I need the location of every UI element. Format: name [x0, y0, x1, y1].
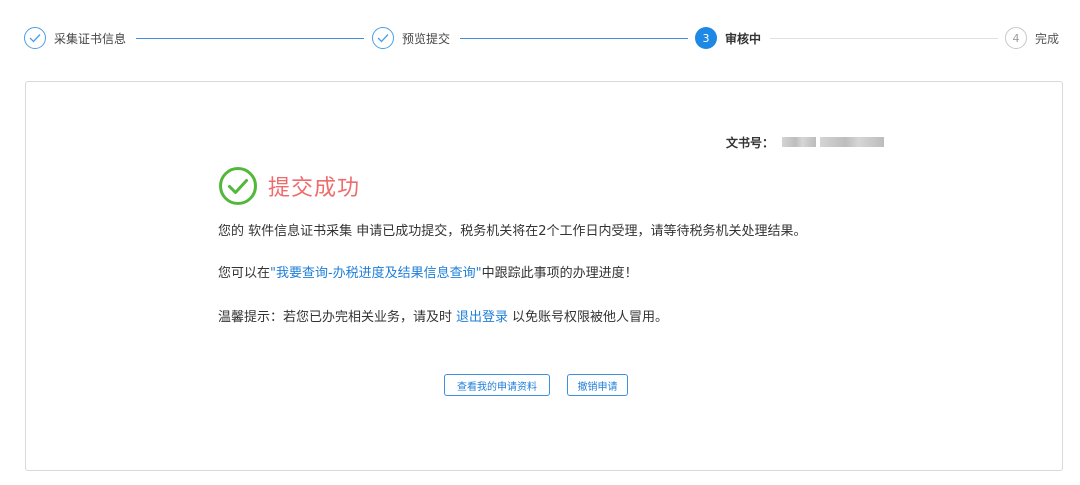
success-header: 提交成功 — [218, 166, 360, 206]
step-preview-submit: 预览提交 — [372, 26, 450, 50]
step-collect-info: 采集证书信息 — [24, 26, 126, 50]
reminder-message-prefix: 温馨提示：若您已办完相关业务，请及时 — [218, 310, 453, 325]
success-check-icon — [219, 167, 257, 205]
document-number-redacted-part-2 — [820, 137, 885, 147]
reminder-message-suffix: 以免账号权限被他人冒用。 — [512, 310, 669, 325]
submission-message: 您的 软件信息证书采集 申请已成功提交，税务机关将在2个工作日内受理，请等待税务… — [218, 224, 807, 239]
logout-link[interactable]: 退出登录 — [456, 310, 508, 325]
success-title: 提交成功 — [268, 176, 361, 201]
view-application-button[interactable]: 查看我的申请资料 — [444, 374, 550, 396]
query-progress-link[interactable]: "我要查询-办税进度及结果信息查询" — [270, 266, 482, 281]
progress-steps: 采集证书信息 预览提交 3 审核中 4 完成 — [24, 26, 1060, 50]
step-3-number: 3 — [695, 27, 717, 49]
tracking-message-suffix: 中跟踪此事项的办理进度！ — [481, 266, 638, 281]
step-3-label: 审核中 — [725, 31, 762, 46]
reminder-message: 温馨提示：若您已办完相关业务，请及时 退出登录 以免账号权限被他人冒用。 — [218, 306, 668, 325]
step-connector-2 — [460, 38, 688, 39]
cancel-application-button[interactable]: 撤销申请 — [567, 374, 628, 396]
step-connector-1 — [136, 38, 364, 39]
step-under-review: 3 审核中 — [695, 26, 761, 50]
step-4-number: 4 — [1005, 27, 1027, 49]
tracking-message: 您可以在"我要查询-办税进度及结果信息查询"中跟踪此事项的办理进度！ — [218, 262, 638, 281]
result-card: 文书号： 提交成功 您的 软件信息证书采集 申请已成功提交，税务机关将在2个工作… — [25, 81, 1063, 471]
step-2-check-icon — [372, 27, 394, 49]
tracking-message-prefix: 您可以在 — [218, 266, 271, 281]
step-1-check-icon — [24, 27, 46, 49]
document-number-redacted-part-1 — [782, 137, 817, 147]
document-number-label: 文书号： — [726, 135, 775, 150]
step-connector-3 — [770, 38, 998, 39]
document-number: 文书号： — [726, 134, 885, 150]
step-2-label: 预览提交 — [402, 31, 451, 46]
step-complete: 4 完成 — [1005, 26, 1059, 50]
step-4-label: 完成 — [1035, 31, 1060, 46]
step-1-label: 采集证书信息 — [54, 31, 127, 46]
